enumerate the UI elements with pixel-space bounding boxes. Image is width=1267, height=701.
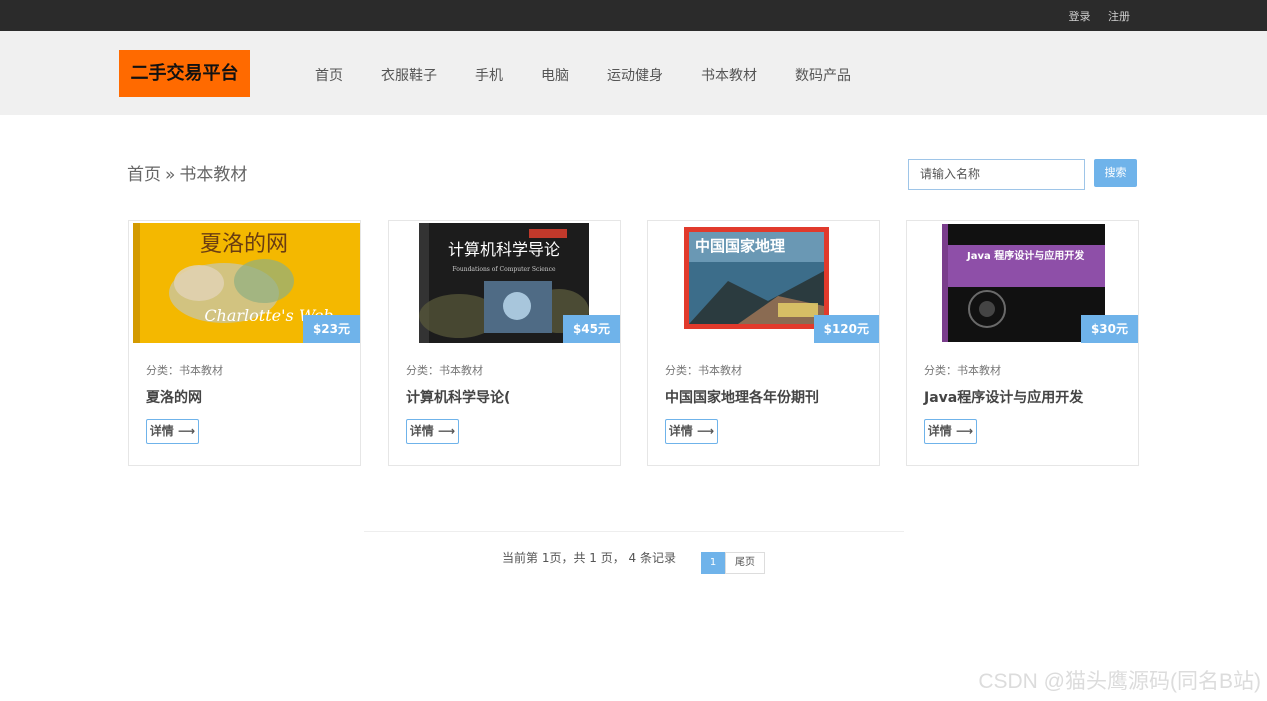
product-card: 中国国家地理 $120元 分类：书本教材 中国国家地理各年份期刊 详情 ⟶ xyxy=(647,220,880,466)
page-button-current[interactable]: 1 xyxy=(701,552,725,574)
login-link[interactable]: 登录 xyxy=(1069,10,1091,23)
product-category: 分类：书本教材 xyxy=(924,364,1001,377)
product-title[interactable]: 中国国家地理各年份期刊 xyxy=(665,387,819,407)
detail-button[interactable]: 详情 ⟶ xyxy=(924,419,977,444)
nav-books[interactable]: 书本教材 xyxy=(701,65,757,85)
site-header: 二手交易平台 首页 衣服鞋子 手机 电脑 运动健身 书本教材 数码产品 xyxy=(0,31,1267,115)
product-card: 夏洛的网 Charlotte's Web $23元 分类：书本教材 夏洛的网 详… xyxy=(128,220,361,466)
search-input[interactable]: 请输入名称 xyxy=(908,159,1085,190)
nav-clothes-shoes[interactable]: 衣服鞋子 xyxy=(381,65,437,85)
product-card: Java 程序设计与应用开发 $30元 分类：书本教材 Java程序设计与应用开… xyxy=(906,220,1139,466)
price-badge: $120元 xyxy=(813,315,879,343)
product-title[interactable]: Java程序设计与应用开发 xyxy=(924,387,1083,407)
cover-title: 夏洛的网 xyxy=(200,232,288,257)
last-page-button[interactable]: 尾页 xyxy=(725,552,765,574)
watermark: CSDN @猫头鹰源码(同名B站) xyxy=(978,670,1261,693)
search-button[interactable]: 搜索 xyxy=(1094,159,1137,187)
nav-sports-fitness[interactable]: 运动健身 xyxy=(607,65,663,85)
breadcrumb-current: 书本教材 xyxy=(179,165,248,185)
breadcrumb-home[interactable]: 首页 xyxy=(127,165,161,185)
breadcrumb: 首页» 书本教材 xyxy=(127,160,247,185)
product-category: 分类：书本教材 xyxy=(406,364,483,377)
cover-title: Java 程序设计与应用开发 xyxy=(966,249,1085,262)
product-card: 计算机科学导论 Foundations of Computer Science … xyxy=(388,220,621,466)
product-category: 分类：书本教材 xyxy=(665,364,742,377)
price-badge: $23元 xyxy=(302,315,360,343)
product-title[interactable]: 夏洛的网 xyxy=(146,387,202,407)
breadcrumb-separator: » xyxy=(165,165,176,185)
nav-computers[interactable]: 电脑 xyxy=(541,65,569,85)
detail-button[interactable]: 详情 ⟶ xyxy=(406,419,459,444)
top-bar: 登录 注册 xyxy=(0,0,1267,31)
detail-button[interactable]: 详情 ⟶ xyxy=(146,419,199,444)
cover-title: 中国国家地理 xyxy=(695,237,785,255)
product-category: 分类：书本教材 xyxy=(146,364,223,377)
price-badge: $30元 xyxy=(1080,315,1138,343)
nav-phones[interactable]: 手机 xyxy=(475,65,503,85)
nav-digital[interactable]: 数码产品 xyxy=(795,65,851,85)
price-badge: $45元 xyxy=(562,315,620,343)
detail-button[interactable]: 详情 ⟶ xyxy=(665,419,718,444)
cover-title: 计算机科学导论 xyxy=(448,240,560,259)
main-nav: 首页 衣服鞋子 手机 电脑 运动健身 书本教材 数码产品 xyxy=(296,65,870,85)
nav-home[interactable]: 首页 xyxy=(315,65,343,85)
pagination-info: 当前第 1页，共 1 页， 4 条记录 xyxy=(502,551,676,565)
account-links: 登录 注册 xyxy=(1055,8,1131,24)
pagination-divider xyxy=(364,531,904,532)
site-logo[interactable]: 二手交易平台 xyxy=(119,50,250,97)
product-title[interactable]: 计算机科学导论( xyxy=(406,387,510,407)
cover-subtitle: Foundations of Computer Science xyxy=(452,266,556,273)
register-link[interactable]: 注册 xyxy=(1108,10,1130,23)
